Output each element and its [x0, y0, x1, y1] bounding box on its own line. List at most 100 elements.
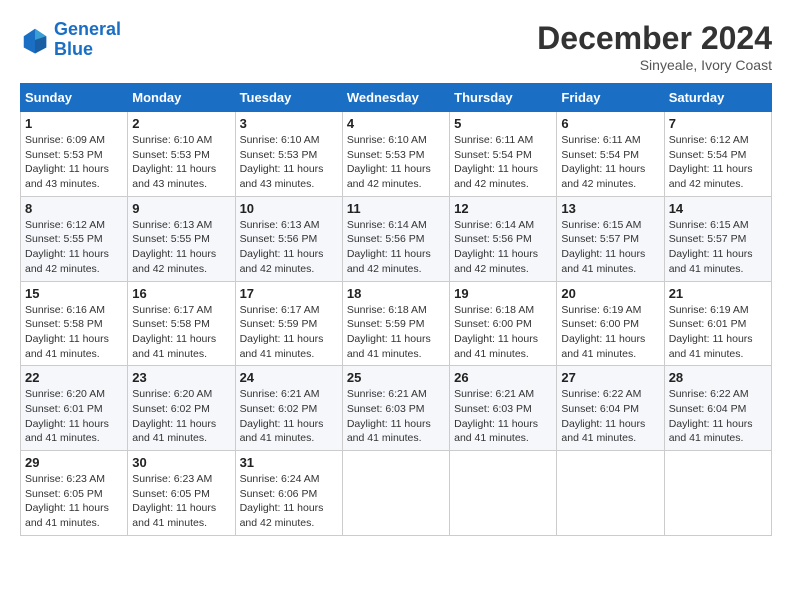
title-block: December 2024 Sinyeale, Ivory Coast — [537, 20, 772, 73]
calendar-table: SundayMondayTuesdayWednesdayThursdayFrid… — [20, 83, 772, 536]
day-number: 19 — [454, 286, 552, 301]
day-info: Sunrise: 6:24 AM Sunset: 6:06 PM Dayligh… — [240, 472, 338, 531]
weekday-header-monday: Monday — [128, 84, 235, 112]
day-info: Sunrise: 6:21 AM Sunset: 6:03 PM Dayligh… — [347, 387, 445, 446]
day-info: Sunrise: 6:12 AM Sunset: 5:54 PM Dayligh… — [669, 133, 767, 192]
day-info: Sunrise: 6:20 AM Sunset: 6:01 PM Dayligh… — [25, 387, 123, 446]
day-number: 13 — [561, 201, 659, 216]
day-info: Sunrise: 6:16 AM Sunset: 5:58 PM Dayligh… — [25, 303, 123, 362]
calendar-cell: 29 Sunrise: 6:23 AM Sunset: 6:05 PM Dayli… — [21, 451, 128, 536]
calendar-cell — [342, 451, 449, 536]
calendar-cell: 2 Sunrise: 6:10 AM Sunset: 5:53 PM Daylig… — [128, 112, 235, 197]
day-info: Sunrise: 6:13 AM Sunset: 5:55 PM Dayligh… — [132, 218, 230, 277]
day-info: Sunrise: 6:10 AM Sunset: 5:53 PM Dayligh… — [240, 133, 338, 192]
calendar-cell: 17 Sunrise: 6:17 AM Sunset: 5:59 PM Dayli… — [235, 281, 342, 366]
day-info: Sunrise: 6:18 AM Sunset: 6:00 PM Dayligh… — [454, 303, 552, 362]
calendar-header-row: SundayMondayTuesdayWednesdayThursdayFrid… — [21, 84, 772, 112]
day-number: 4 — [347, 116, 445, 131]
day-number: 15 — [25, 286, 123, 301]
calendar-week-row: 29 Sunrise: 6:23 AM Sunset: 6:05 PM Dayli… — [21, 451, 772, 536]
day-info: Sunrise: 6:13 AM Sunset: 5:56 PM Dayligh… — [240, 218, 338, 277]
calendar-cell: 7 Sunrise: 6:12 AM Sunset: 5:54 PM Daylig… — [664, 112, 771, 197]
logo-line1: General — [54, 19, 121, 39]
day-number: 14 — [669, 201, 767, 216]
day-number: 24 — [240, 370, 338, 385]
day-number: 18 — [347, 286, 445, 301]
logo-line2: Blue — [54, 39, 93, 59]
calendar-cell: 12Sunrise: 6:14 AM Sunset: 5:56 PM Dayli… — [450, 196, 557, 281]
calendar-cell: 25 Sunrise: 6:21 AM Sunset: 6:03 PM Dayli… — [342, 366, 449, 451]
day-info: Sunrise: 6:15 AM Sunset: 5:57 PM Dayligh… — [561, 218, 659, 277]
day-number: 6 — [561, 116, 659, 131]
day-number: 23 — [132, 370, 230, 385]
weekday-header-thursday: Thursday — [450, 84, 557, 112]
location-subtitle: Sinyeale, Ivory Coast — [537, 57, 772, 73]
day-number: 20 — [561, 286, 659, 301]
calendar-cell: 16Sunrise: 6:17 AM Sunset: 5:58 PM Dayli… — [128, 281, 235, 366]
day-number: 1 — [25, 116, 123, 131]
day-number: 2 — [132, 116, 230, 131]
logo-text: General Blue — [54, 20, 121, 60]
calendar-cell: 26Sunrise: 6:21 AM Sunset: 6:03 PM Dayli… — [450, 366, 557, 451]
day-info: Sunrise: 6:23 AM Sunset: 6:05 PM Dayligh… — [132, 472, 230, 531]
day-info: Sunrise: 6:11 AM Sunset: 5:54 PM Dayligh… — [454, 133, 552, 192]
day-number: 8 — [25, 201, 123, 216]
calendar-cell: 5 Sunrise: 6:11 AM Sunset: 5:54 PM Daylig… — [450, 112, 557, 197]
calendar-cell: 18 Sunrise: 6:18 AM Sunset: 5:59 PM Dayli… — [342, 281, 449, 366]
calendar-week-row: 8 Sunrise: 6:12 AM Sunset: 5:55 PM Daylig… — [21, 196, 772, 281]
day-number: 16 — [132, 286, 230, 301]
calendar-cell — [450, 451, 557, 536]
day-info: Sunrise: 6:19 AM Sunset: 6:01 PM Dayligh… — [669, 303, 767, 362]
day-info: Sunrise: 6:19 AM Sunset: 6:00 PM Dayligh… — [561, 303, 659, 362]
day-info: Sunrise: 6:22 AM Sunset: 6:04 PM Dayligh… — [561, 387, 659, 446]
day-number: 11 — [347, 201, 445, 216]
calendar-week-row: 1Sunrise: 6:09 AM Sunset: 5:53 PM Daylig… — [21, 112, 772, 197]
calendar-cell: 22 Sunrise: 6:20 AM Sunset: 6:01 PM Dayli… — [21, 366, 128, 451]
day-info: Sunrise: 6:17 AM Sunset: 5:59 PM Dayligh… — [240, 303, 338, 362]
day-number: 26 — [454, 370, 552, 385]
calendar-cell: 20 Sunrise: 6:19 AM Sunset: 6:00 PM Dayli… — [557, 281, 664, 366]
weekday-header-friday: Friday — [557, 84, 664, 112]
day-number: 31 — [240, 455, 338, 470]
calendar-cell: 11Sunrise: 6:14 AM Sunset: 5:56 PM Dayli… — [342, 196, 449, 281]
day-number: 29 — [25, 455, 123, 470]
day-info: Sunrise: 6:12 AM Sunset: 5:55 PM Dayligh… — [25, 218, 123, 277]
calendar-cell: 21 Sunrise: 6:19 AM Sunset: 6:01 PM Dayli… — [664, 281, 771, 366]
day-number: 28 — [669, 370, 767, 385]
day-number: 22 — [25, 370, 123, 385]
calendar-cell: 9Sunrise: 6:13 AM Sunset: 5:55 PM Daylig… — [128, 196, 235, 281]
weekday-header-wednesday: Wednesday — [342, 84, 449, 112]
day-info: Sunrise: 6:18 AM Sunset: 5:59 PM Dayligh… — [347, 303, 445, 362]
day-number: 27 — [561, 370, 659, 385]
logo-icon — [20, 25, 50, 55]
day-number: 21 — [669, 286, 767, 301]
day-info: Sunrise: 6:10 AM Sunset: 5:53 PM Dayligh… — [347, 133, 445, 192]
day-number: 17 — [240, 286, 338, 301]
calendar-cell — [557, 451, 664, 536]
logo: General Blue — [20, 20, 121, 60]
calendar-week-row: 15 Sunrise: 6:16 AM Sunset: 5:58 PM Dayli… — [21, 281, 772, 366]
day-info: Sunrise: 6:20 AM Sunset: 6:02 PM Dayligh… — [132, 387, 230, 446]
day-number: 12 — [454, 201, 552, 216]
day-number: 7 — [669, 116, 767, 131]
calendar-cell: 27 Sunrise: 6:22 AM Sunset: 6:04 PM Dayli… — [557, 366, 664, 451]
calendar-cell: 24Sunrise: 6:21 AM Sunset: 6:02 PM Dayli… — [235, 366, 342, 451]
calendar-cell: 1Sunrise: 6:09 AM Sunset: 5:53 PM Daylig… — [21, 112, 128, 197]
calendar-cell: 3 Sunrise: 6:10 AM Sunset: 5:53 PM Daylig… — [235, 112, 342, 197]
calendar-cell: 23 Sunrise: 6:20 AM Sunset: 6:02 PM Dayli… — [128, 366, 235, 451]
day-number: 5 — [454, 116, 552, 131]
calendar-cell: 14Sunrise: 6:15 AM Sunset: 5:57 PM Dayli… — [664, 196, 771, 281]
day-info: Sunrise: 6:10 AM Sunset: 5:53 PM Dayligh… — [132, 133, 230, 192]
calendar-week-row: 22 Sunrise: 6:20 AM Sunset: 6:01 PM Dayli… — [21, 366, 772, 451]
page-header: General Blue December 2024 Sinyeale, Ivo… — [20, 20, 772, 73]
weekday-header-tuesday: Tuesday — [235, 84, 342, 112]
day-info: Sunrise: 6:23 AM Sunset: 6:05 PM Dayligh… — [25, 472, 123, 531]
weekday-header-sunday: Sunday — [21, 84, 128, 112]
day-info: Sunrise: 6:22 AM Sunset: 6:04 PM Dayligh… — [669, 387, 767, 446]
day-number: 3 — [240, 116, 338, 131]
calendar-cell: 8 Sunrise: 6:12 AM Sunset: 5:55 PM Daylig… — [21, 196, 128, 281]
calendar-cell: 4 Sunrise: 6:10 AM Sunset: 5:53 PM Daylig… — [342, 112, 449, 197]
month-title: December 2024 — [537, 20, 772, 57]
day-number: 25 — [347, 370, 445, 385]
calendar-cell: 10Sunrise: 6:13 AM Sunset: 5:56 PM Dayli… — [235, 196, 342, 281]
